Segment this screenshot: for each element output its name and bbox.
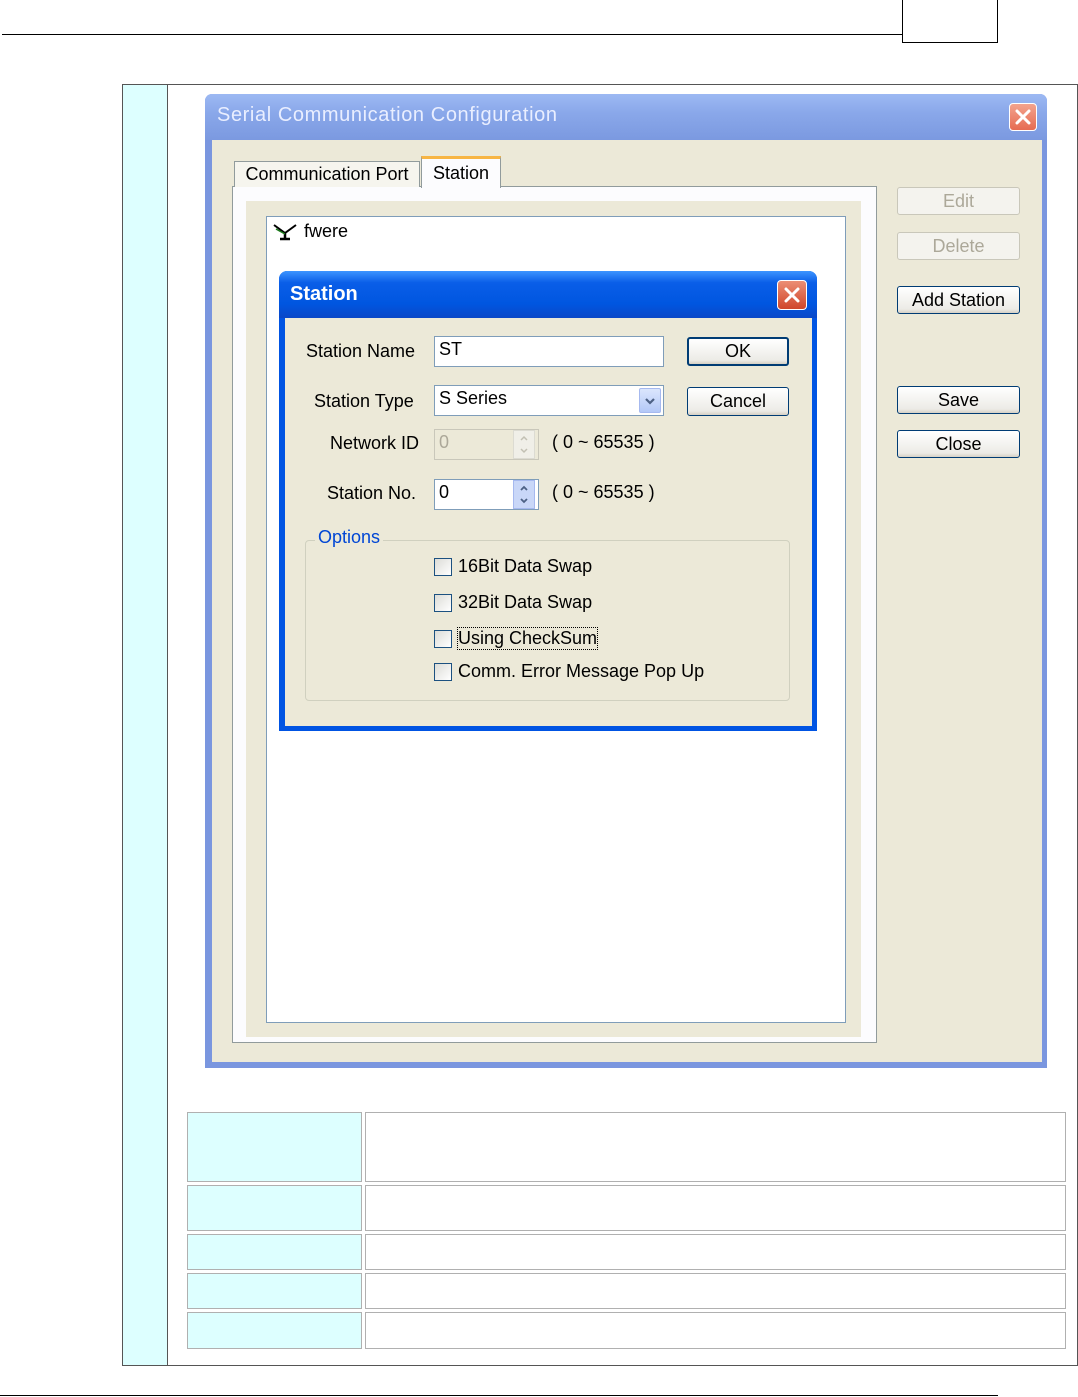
table-value-cell [365,1185,1066,1231]
network-node-icon [273,224,297,241]
option-label: 16Bit Data Swap [458,556,593,576]
option-label: Comm. Error Message Pop Up [458,661,705,681]
save-button[interactable]: Save [897,386,1020,414]
delete-button[interactable]: Delete [897,232,1020,260]
close-icon [784,287,800,303]
station-no-label: Station No. [327,483,417,503]
checkbox[interactable] [434,593,452,612]
close-icon [1015,109,1031,125]
table-label-cell [187,1185,362,1231]
spin-down-icon [514,495,534,509]
tree-item-station[interactable]: fwere [272,220,348,242]
option-error-popup[interactable]: Comm. Error Message Pop Up [434,661,704,682]
table-label-cell [187,1112,362,1182]
option-label: Using CheckSum [456,627,599,650]
dialog-close-button[interactable] [777,280,807,310]
close-button[interactable]: Close [897,430,1020,458]
station-dialog-titlebar[interactable] [279,271,817,318]
station-type-value: S Series [439,388,508,408]
tab-station[interactable]: Station [421,156,501,188]
cancel-button[interactable]: Cancel [687,387,789,416]
option-16bit-swap[interactable]: 16Bit Data Swap [434,556,592,577]
station-dialog-title: Station [290,283,358,305]
spin-up-icon [514,431,534,445]
options-label: Options [315,527,384,548]
ok-button[interactable]: OK [687,337,789,366]
option-32bit-swap[interactable]: 32Bit Data Swap [434,592,592,613]
station-type-select[interactable]: S Series [434,385,664,416]
station-type-dropdown-button[interactable] [639,388,661,413]
checkbox[interactable] [434,557,452,576]
footer-rule [0,1395,998,1396]
serial-config-title: Serial Communication Configuration [217,104,558,126]
table-value-cell [365,1112,1066,1182]
network-id-spinner[interactable] [513,430,535,459]
option-label: 32Bit Data Swap [458,592,593,612]
window-close-button[interactable] [1009,103,1037,131]
network-id-range: ( 0 ~ 65535 ) [552,432,655,452]
station-name-label: Station Name [306,341,416,361]
checkbox[interactable] [434,662,452,681]
chevron-down-icon [645,397,655,405]
spin-up-icon [514,481,534,495]
station-no-range: ( 0 ~ 65535 ) [552,482,655,502]
frame-left-column [123,85,168,1365]
checkbox[interactable] [434,629,452,648]
table-label-cell [187,1273,362,1309]
network-id-label: Network ID [330,433,420,453]
table-label-cell [187,1312,362,1349]
tree-item-label: fwere [304,220,349,241]
add-station-button[interactable]: Add Station [897,286,1020,314]
header-rule [2,34,902,35]
station-no-spinner[interactable] [513,480,535,509]
table-value-cell [365,1273,1066,1309]
option-using-checksum[interactable]: Using CheckSum [434,627,599,650]
table-value-cell [365,1312,1066,1349]
edit-button[interactable]: Edit [897,187,1020,215]
page-number-box [902,0,998,43]
station-name-input[interactable]: ST [434,336,664,367]
station-type-label: Station Type [314,391,414,411]
spin-down-icon [514,445,534,459]
table-value-cell [365,1234,1066,1270]
table-label-cell [187,1234,362,1270]
tab-communication-port[interactable]: Communication Port [234,161,420,187]
